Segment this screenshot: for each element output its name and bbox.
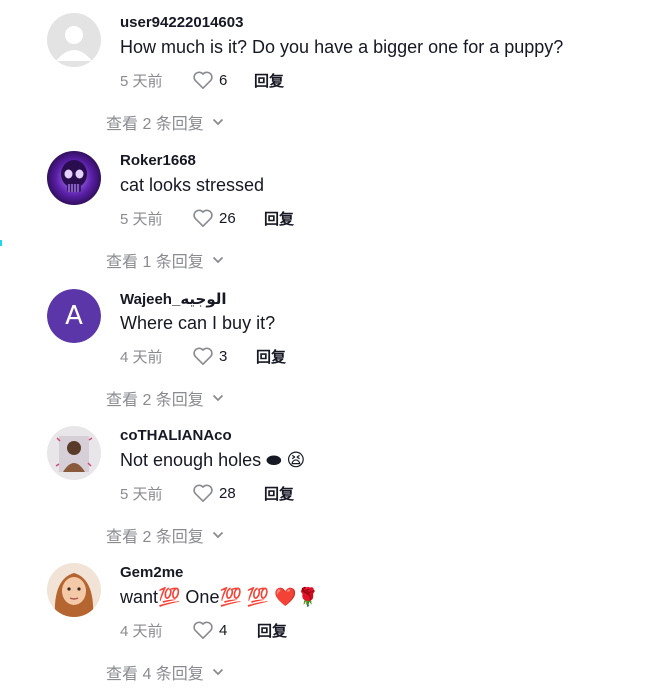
comment-text: Not enough holes ⬬ 😫 <box>120 450 306 470</box>
user-avatar[interactable] <box>47 13 101 67</box>
view-replies-button[interactable]: 查看 4 条回复 <box>106 660 224 684</box>
comment-meta: 5 天前 6 回复 <box>120 69 284 91</box>
heart-outline-icon <box>193 71 213 89</box>
photo-avatar-icon <box>47 426 101 480</box>
like-button[interactable]: 26 <box>192 208 264 228</box>
user-avatar[interactable] <box>47 426 101 480</box>
like-button[interactable]: 6 <box>192 70 254 90</box>
comment-timestamp: 4 天前 <box>120 348 163 366</box>
chevron-down-icon <box>212 118 223 126</box>
view-replies-label: 查看 2 条回复 <box>106 116 204 133</box>
comment-username[interactable]: user94222014603 <box>120 14 243 31</box>
user-avatar[interactable] <box>47 563 101 617</box>
user-avatar[interactable]: A <box>47 289 101 343</box>
comment-username[interactable]: Gem2me <box>120 564 183 581</box>
chevron-down-icon <box>212 394 223 402</box>
reply-button[interactable]: 回复 <box>257 620 287 641</box>
chevron-down-icon <box>212 668 223 676</box>
comment-meta: 4 天前 3 回复 <box>120 345 286 367</box>
comment-timestamp: 4 天前 <box>120 622 163 640</box>
like-button[interactable]: 4 <box>192 620 257 640</box>
comment-meta: 5 天前 26 回复 <box>120 207 294 229</box>
photo-avatar-icon <box>47 563 101 617</box>
like-count: 6 <box>219 71 228 89</box>
view-replies-label: 查看 4 条回复 <box>106 666 204 683</box>
chevron-down-icon <box>212 256 223 264</box>
comment-timestamp: 5 天前 <box>120 72 163 90</box>
like-count: 3 <box>219 347 228 365</box>
reply-button[interactable]: 回复 <box>264 483 294 504</box>
reply-button[interactable]: 回复 <box>254 70 284 91</box>
comment-text: want💯 One💯 💯 ❤️🌹 <box>120 587 320 607</box>
reply-button[interactable]: 回复 <box>264 208 294 229</box>
view-replies-label: 查看 1 条回复 <box>106 254 204 271</box>
letter-avatar: A <box>47 289 101 343</box>
view-replies-button[interactable]: 查看 1 条回复 <box>106 248 224 272</box>
comment-text: How much is it? Do you have a bigger one… <box>120 37 564 57</box>
view-replies-button[interactable]: 查看 2 条回复 <box>106 386 224 410</box>
like-count: 26 <box>219 209 236 227</box>
comment-text: Where can I buy it? <box>120 313 276 333</box>
comment-timestamp: 5 天前 <box>120 210 163 228</box>
comment-timestamp: 5 天前 <box>120 485 163 503</box>
comment-username[interactable]: Roker1668 <box>120 152 196 169</box>
user-avatar[interactable] <box>47 151 101 205</box>
heart-outline-icon <box>193 209 213 227</box>
heart-outline-icon <box>193 347 213 365</box>
comment-meta: 4 天前 4 回复 <box>120 619 287 641</box>
comment-username[interactable]: Wajeeh_الوجيه <box>120 290 227 308</box>
heart-outline-icon <box>193 484 213 502</box>
like-button[interactable]: 28 <box>192 483 264 503</box>
like-count: 28 <box>219 484 236 502</box>
comment-text: cat looks stressed <box>120 175 265 195</box>
reply-button[interactable]: 回复 <box>256 346 286 367</box>
default-user-avatar-icon <box>47 13 101 67</box>
chevron-down-icon <box>212 531 223 539</box>
view-replies-button[interactable]: 查看 2 条回复 <box>106 110 224 134</box>
comment-username[interactable]: coTHALIANAco <box>120 427 232 444</box>
scroll-edge-indicator <box>0 240 2 246</box>
purple-skull-avatar-icon <box>47 151 101 205</box>
like-count: 4 <box>219 621 228 639</box>
heart-outline-icon <box>193 621 213 639</box>
comment-meta: 5 天前 28 回复 <box>120 482 294 504</box>
view-replies-button[interactable]: 查看 2 条回复 <box>106 523 224 547</box>
view-replies-label: 查看 2 条回复 <box>106 529 204 546</box>
like-button[interactable]: 3 <box>192 346 256 366</box>
view-replies-label: 查看 2 条回复 <box>106 392 204 409</box>
